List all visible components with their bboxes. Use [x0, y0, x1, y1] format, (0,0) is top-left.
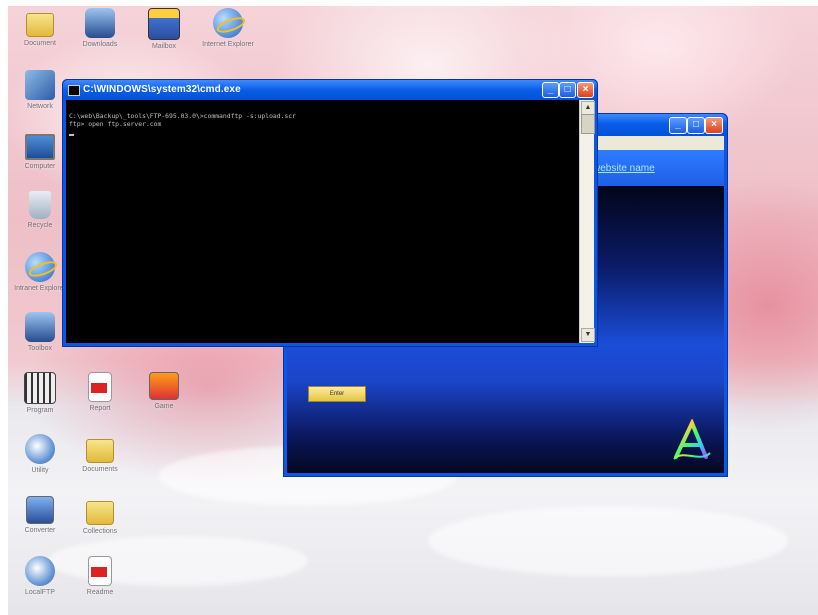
icon-label: Utility [31, 467, 49, 474]
monitor-icon [25, 134, 55, 160]
icon-label: Program [26, 407, 54, 414]
app-maximize-button[interactable]: □ [687, 117, 705, 134]
disc2-icon [25, 556, 55, 586]
icon-label: Collections [82, 528, 118, 535]
desktop-icon-internet-explorer[interactable]: Internet Explorer [196, 8, 260, 49]
cmd-scrollbar[interactable]: ▲ ▼ [579, 100, 595, 343]
icon-label: Readme [86, 589, 114, 596]
desktop-icon-downloads[interactable]: Downloads [68, 8, 132, 49]
app-close-button[interactable]: × [705, 117, 723, 134]
scroll-thumb[interactable] [581, 114, 595, 134]
enter-button[interactable]: Enter [308, 386, 366, 402]
desktop-icon-collections[interactable]: Collections [68, 496, 132, 536]
network-icon [25, 70, 55, 100]
folder-icon [26, 13, 54, 37]
desktop-icon-game[interactable]: Game [132, 372, 196, 411]
desktop-icon-documents[interactable]: Documents [68, 434, 132, 474]
app-icon [149, 372, 179, 400]
icon-label: Converter [24, 527, 56, 534]
console-icon [68, 85, 80, 96]
website-link[interactable]: website name [593, 163, 655, 174]
console-output[interactable]: C:\web\Backup\_tools\FTP-695.03.0\>comma… [66, 100, 580, 343]
doc2-icon [88, 556, 112, 586]
doc-icon [88, 372, 112, 402]
cmd-titlebar[interactable]: C:\WINDOWS\system32\cmd.exe _ □ × [63, 80, 597, 100]
icon-label: Internet Explorer [202, 41, 254, 48]
scroll-up-arrow-icon[interactable]: ▲ [581, 101, 595, 115]
cmd-close-button[interactable]: × [577, 82, 594, 98]
rainbow-a-logo-icon [673, 419, 711, 460]
desktop-icon-program[interactable]: Program [8, 372, 72, 415]
desktop-icon-report[interactable]: Report [68, 372, 132, 413]
desktop-icon-readme[interactable]: Readme [68, 556, 132, 597]
desktop-icon-converter[interactable]: Converter [8, 496, 72, 535]
cmd-window[interactable]: C:\WINDOWS\system32\cmd.exe _ □ × C:\web… [62, 79, 598, 347]
cmd-window-title: C:\WINDOWS\system32\cmd.exe [83, 84, 241, 95]
app-minimize-button[interactable]: _ [669, 117, 687, 134]
desktop-icon-mailbox[interactable]: Mailbox [132, 8, 196, 51]
cmd-minimize-button[interactable]: _ [542, 82, 559, 98]
console-line: ftp> open ftp.server.com [69, 120, 162, 128]
ie-icon [213, 8, 243, 38]
icon-label: Downloads [82, 41, 118, 48]
sheet-fold-2 [428, 506, 788, 576]
scroll-down-arrow-icon[interactable]: ▼ [581, 328, 595, 342]
folder2-icon [86, 439, 114, 463]
globe-icon [25, 252, 55, 282]
icon-label: Game [154, 403, 174, 410]
cmd-maximize-button[interactable]: □ [559, 82, 576, 98]
folder3-icon [86, 501, 114, 525]
tool2-icon [25, 312, 55, 342]
icon-label: Report [89, 405, 111, 412]
desktop-icon-localftp[interactable]: LocalFTP [8, 556, 72, 597]
app2-icon [26, 496, 54, 524]
icon-label: LocalFTP [25, 589, 55, 596]
disc-icon [25, 434, 55, 464]
tool-icon [85, 8, 115, 38]
icon-label: Mailbox [151, 43, 177, 50]
console-line: C:\web\Backup\_tools\FTP-695.03.0\>comma… [69, 112, 297, 120]
console-cursor [69, 134, 74, 136]
icon-label: Document [24, 40, 56, 47]
desktop-icon-document[interactable]: Document [8, 8, 72, 48]
desktop-icon-utility[interactable]: Utility [8, 434, 72, 475]
msg-icon [148, 8, 180, 40]
icon-label: Documents [82, 466, 118, 473]
grid-icon [24, 372, 56, 404]
recycle-icon [29, 191, 51, 219]
